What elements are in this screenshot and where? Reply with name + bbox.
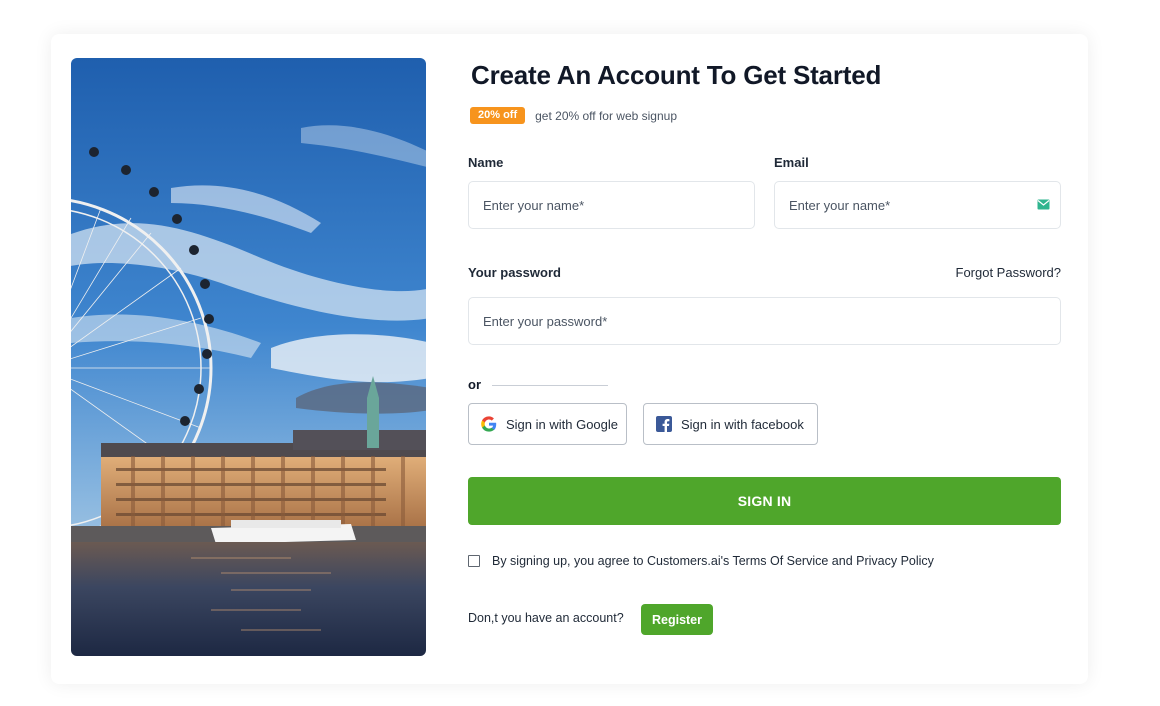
facebook-icon bbox=[656, 416, 672, 432]
forgot-password-link[interactable]: Forgot Password? bbox=[956, 265, 1062, 280]
google-signin-button[interactable]: Sign in with Google bbox=[468, 403, 627, 445]
name-field-wrapper bbox=[468, 181, 755, 229]
email-input[interactable] bbox=[775, 182, 1060, 228]
google-icon bbox=[481, 416, 497, 432]
password-field-wrapper bbox=[468, 297, 1061, 345]
sign-in-button[interactable]: SIGN IN bbox=[468, 477, 1061, 525]
terms-checkbox[interactable] bbox=[468, 555, 480, 567]
register-button[interactable]: Register bbox=[641, 604, 713, 635]
terms-text: By signing up, you agree to Customers.ai… bbox=[492, 554, 934, 568]
or-divider-label: or bbox=[468, 377, 481, 392]
facebook-signin-label: Sign in with facebook bbox=[681, 416, 804, 432]
google-signin-label: Sign in with Google bbox=[506, 416, 619, 432]
mail-icon bbox=[1037, 199, 1050, 210]
terms-row: By signing up, you agree to Customers.ai… bbox=[468, 554, 934, 568]
email-label: Email bbox=[774, 155, 809, 170]
password-label: Your password bbox=[468, 265, 561, 280]
signup-card: Create An Account To Get Started 20% off… bbox=[51, 34, 1088, 684]
promo-row: 20% off get 20% off for web signup bbox=[470, 107, 677, 124]
password-input[interactable] bbox=[469, 298, 1060, 344]
london-eye-photo bbox=[71, 58, 426, 656]
facebook-signin-button[interactable]: Sign in with facebook bbox=[643, 403, 818, 445]
email-field-wrapper bbox=[774, 181, 1061, 229]
no-account-text: Don,t you have an account? bbox=[468, 611, 624, 625]
name-input[interactable] bbox=[469, 182, 754, 228]
signup-form: Create An Account To Get Started 20% off… bbox=[468, 34, 1061, 684]
page-title: Create An Account To Get Started bbox=[471, 60, 882, 90]
discount-badge: 20% off bbox=[470, 107, 526, 124]
name-label: Name bbox=[468, 155, 504, 170]
promo-text: get 20% off for web signup bbox=[535, 108, 677, 123]
or-divider-line bbox=[492, 385, 608, 386]
